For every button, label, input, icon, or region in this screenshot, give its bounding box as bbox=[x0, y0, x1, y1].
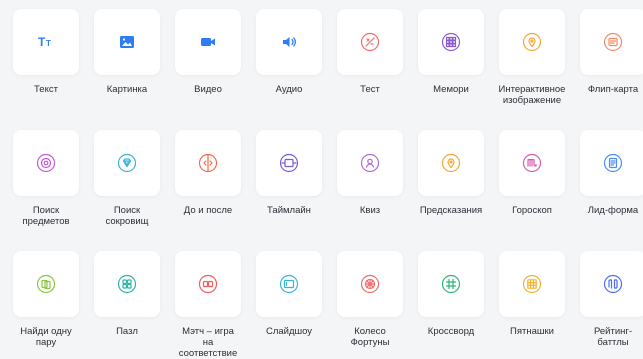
rating-battle-icon bbox=[601, 272, 625, 296]
tile-card[interactable] bbox=[256, 9, 322, 75]
tile-card[interactable] bbox=[418, 251, 484, 317]
tile-card[interactable] bbox=[13, 251, 79, 317]
tile-card[interactable] bbox=[94, 9, 160, 75]
lead-form-icon bbox=[601, 151, 625, 175]
tile-card[interactable] bbox=[175, 130, 241, 196]
svg-text:T: T bbox=[46, 39, 51, 48]
video-icon bbox=[196, 30, 220, 54]
tile-label: Таймлайн bbox=[267, 205, 311, 216]
find-items-icon bbox=[34, 151, 58, 175]
tile-label: Квиз bbox=[359, 205, 381, 216]
tile-card[interactable] bbox=[175, 9, 241, 75]
timeline-icon bbox=[277, 151, 301, 175]
tile-card[interactable] bbox=[418, 9, 484, 75]
tile-card[interactable] bbox=[175, 251, 241, 317]
tile-card[interactable] bbox=[499, 9, 565, 75]
crossword-icon bbox=[439, 272, 463, 296]
before-after-icon bbox=[196, 151, 220, 175]
tile-card[interactable] bbox=[94, 251, 160, 317]
tile-card[interactable]: TT bbox=[13, 9, 79, 75]
tile-label: Аудио bbox=[275, 84, 303, 95]
tile-label: Текст bbox=[34, 84, 58, 95]
tile-label: Гороскоп bbox=[512, 205, 552, 216]
test-icon bbox=[358, 30, 382, 54]
tile-card[interactable] bbox=[580, 9, 643, 75]
tile-label: Пятнашки bbox=[510, 326, 554, 337]
tile-label: Видео bbox=[194, 84, 222, 95]
treasure-hunt-icon bbox=[115, 151, 139, 175]
tile-label: Флип-карта bbox=[587, 84, 639, 95]
tile-card[interactable] bbox=[256, 130, 322, 196]
horoscope-icon bbox=[520, 151, 544, 175]
tile-card[interactable] bbox=[337, 130, 403, 196]
tile-card[interactable] bbox=[499, 130, 565, 196]
text-icon: TT bbox=[34, 30, 58, 54]
tile-label: Мемори bbox=[433, 84, 469, 95]
tile-label: Рейтинг- баттлы bbox=[593, 326, 633, 348]
prediction-icon bbox=[439, 151, 463, 175]
audio-icon bbox=[277, 30, 301, 54]
tile-label: Колесо Фортуны bbox=[350, 326, 390, 348]
fortune-wheel-icon bbox=[358, 272, 382, 296]
tile-card[interactable] bbox=[256, 251, 322, 317]
tile-card[interactable] bbox=[580, 130, 643, 196]
tile-label: Предсказания bbox=[419, 205, 483, 216]
match-game-icon bbox=[196, 272, 220, 296]
tile-card[interactable] bbox=[499, 251, 565, 317]
tile-label: Интерактивное изображение bbox=[498, 84, 566, 106]
svg-text:T: T bbox=[38, 35, 46, 49]
tile-label: Лид-форма bbox=[587, 205, 639, 216]
tile-label: Слайдшоу bbox=[265, 326, 313, 337]
tile-card[interactable] bbox=[337, 251, 403, 317]
flip-card-icon bbox=[601, 30, 625, 54]
tile-label: Тест bbox=[360, 84, 380, 95]
slideshow-icon bbox=[277, 272, 301, 296]
tile-label: Поиск предметов bbox=[22, 205, 70, 227]
puzzle-icon bbox=[115, 272, 139, 296]
tile-card[interactable] bbox=[418, 130, 484, 196]
tile-label: Пазл bbox=[116, 326, 138, 337]
tile-card[interactable] bbox=[580, 251, 643, 317]
tile-label: Найди одну пару bbox=[20, 326, 72, 348]
memory-icon bbox=[439, 30, 463, 54]
image-icon bbox=[115, 30, 139, 54]
tile-card[interactable] bbox=[13, 130, 79, 196]
tile-card[interactable] bbox=[94, 130, 160, 196]
quiz-icon bbox=[358, 151, 382, 175]
tile-label: Кроссворд bbox=[427, 326, 475, 337]
widget-grid: T T Текст Картинка Видео Аудио Тест Мемори Интер… bbox=[0, 0, 643, 359]
tile-label: Поиск сокровищ bbox=[105, 205, 149, 227]
tile-label: Мэтч – игра на соответствие bbox=[178, 326, 238, 359]
tile-card[interactable] bbox=[337, 9, 403, 75]
interactive-image-icon bbox=[520, 30, 544, 54]
tile-label: Картинка bbox=[106, 84, 148, 95]
fifteen-puzzle-icon bbox=[520, 272, 544, 296]
find-pair-icon bbox=[34, 272, 58, 296]
tile-label: До и после bbox=[183, 205, 233, 216]
